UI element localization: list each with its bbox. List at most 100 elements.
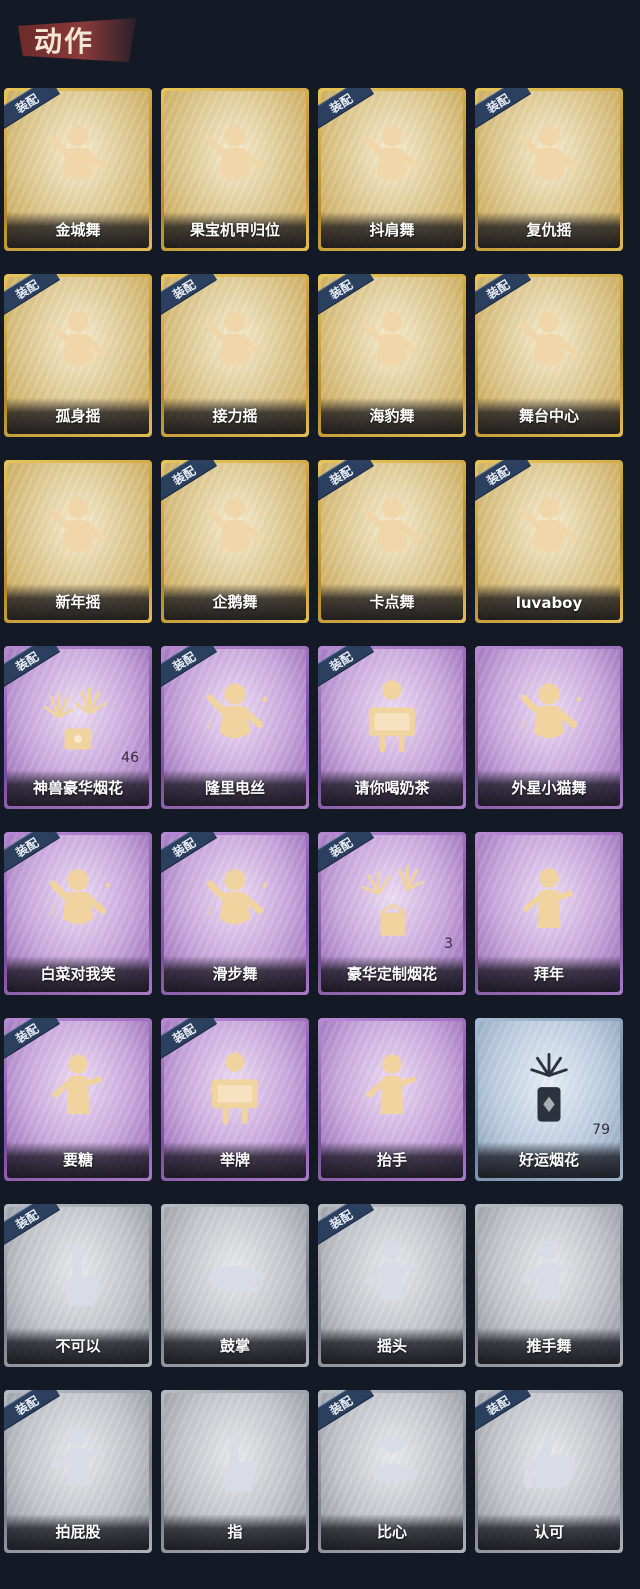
greeting-pose-icon (321, 1039, 463, 1139)
svg-text:♪: ♪ (520, 532, 527, 546)
svg-text:♪: ♪ (49, 904, 56, 918)
card-artwork: 抬手 (321, 1021, 463, 1178)
card-label: luvaboy (515, 594, 583, 612)
card-label: 豪华定制烟花 (346, 965, 437, 983)
emote-card[interactable]: 拍屁股 装配 (4, 1390, 152, 1553)
card-artwork: 拜年 (478, 835, 620, 992)
card-artwork: ♪ ✦ 新年摇 (7, 463, 149, 620)
card-label: 卡点舞 (369, 593, 415, 611)
svg-text:♪: ♪ (520, 718, 527, 732)
emote-card[interactable]: ♪ ✦ 复仇摇 装配 (475, 88, 623, 251)
emote-card[interactable]: 不可以 装配 (4, 1204, 152, 1367)
card-label: 拜年 (533, 965, 564, 983)
svg-text:♪: ♪ (363, 160, 370, 174)
dance-pose-icon: ♪ ✦ (7, 481, 149, 581)
card-artwork: 79 好运烟花 (478, 1021, 620, 1178)
emote-card[interactable]: ♪ ✦ 企鹅舞 装配 (161, 460, 309, 623)
dance-pose-icon: ♪ ✦ (478, 481, 620, 581)
card-label: 隆里电丝 (204, 779, 265, 797)
svg-text:✦: ✦ (103, 507, 113, 521)
card-artwork: ♪ ✦ 果宝机甲归位 (164, 91, 306, 248)
heart-hand-icon (321, 1411, 463, 1511)
emote-card[interactable]: 抬手 (318, 1018, 466, 1181)
dance-pose-icon: ♪ ✦ (164, 853, 306, 953)
card-label: 抬手 (376, 1151, 407, 1169)
svg-text:♪: ♪ (49, 160, 56, 174)
svg-text:♪: ♪ (49, 532, 56, 546)
card-artwork: 推手舞 (478, 1207, 620, 1364)
emote-card[interactable]: 比心 装配 (318, 1390, 466, 1553)
dance-pose-icon: ♪ ✦ (321, 295, 463, 395)
emote-card[interactable]: ♪ ✦ 白菜对我笑 装配 (4, 832, 152, 995)
emote-card[interactable]: ♪ ✦ 滑步舞 装配 (161, 832, 309, 995)
svg-text:♪: ♪ (49, 346, 56, 360)
emote-card[interactable]: ♪ ✦ luvaboy 装配 (475, 460, 623, 623)
card-artwork: ♪ ✦ 外星小猫舞 (478, 649, 620, 806)
svg-text:✦: ✦ (103, 135, 113, 149)
card-label: 不可以 (55, 1337, 101, 1355)
svg-text:♪: ♪ (206, 346, 213, 360)
svg-text:♪: ♪ (520, 160, 527, 174)
fireworks-box-icon (321, 853, 463, 953)
svg-text:✦: ✦ (417, 321, 427, 335)
greeting-pose-icon (478, 1225, 620, 1325)
dance-pose-icon: ♪ ✦ (164, 667, 306, 767)
emote-card[interactable]: ♪ ✦ 金城舞 装配 (4, 88, 152, 251)
quantity-count: 79 (592, 1122, 610, 1138)
greeting-pose-icon (478, 853, 620, 953)
card-label: 孤身摇 (55, 407, 101, 425)
svg-text:✦: ✦ (103, 879, 113, 893)
card-label: 比心 (376, 1523, 407, 1541)
sign-pose-icon (321, 667, 463, 767)
svg-text:✦: ✦ (574, 693, 584, 707)
emote-card[interactable]: ♪ ✦ 抖肩舞 装配 (318, 88, 466, 251)
emote-card[interactable]: 推手舞 (475, 1204, 623, 1367)
dance-pose-icon: ♪ ✦ (7, 109, 149, 209)
emote-card[interactable]: ♪ ✦ 孤身摇 装配 (4, 274, 152, 437)
emote-card[interactable]: 要糖 装配 (4, 1018, 152, 1181)
emote-card[interactable]: 举牌 装配 (161, 1018, 309, 1181)
dance-pose-icon: ♪ ✦ (164, 109, 306, 209)
svg-text:✦: ✦ (574, 135, 584, 149)
card-label: 要糖 (62, 1151, 93, 1169)
svg-text:✦: ✦ (103, 321, 113, 335)
svg-text:✦: ✦ (260, 321, 270, 335)
card-artwork: 鼓掌 (164, 1207, 306, 1364)
emote-card[interactable]: 拜年 (475, 832, 623, 995)
emote-card[interactable]: ♪ ✦ 新年摇 (4, 460, 152, 623)
emote-card[interactable]: ♪ ✦ 果宝机甲归位 (161, 88, 309, 251)
emote-card[interactable]: 请你喝奶茶 装配 (318, 646, 466, 809)
card-label: 摇头 (376, 1337, 407, 1355)
emote-card[interactable]: ♪ ✦ 卡点舞 装配 (318, 460, 466, 623)
emote-card[interactable]: 鼓掌 (161, 1204, 309, 1367)
card-label: 新年摇 (55, 593, 101, 611)
svg-text:♪: ♪ (206, 718, 213, 732)
svg-text:✦: ✦ (574, 507, 584, 521)
greeting-pose-icon (7, 1039, 149, 1139)
emote-card[interactable]: ♪ ✦ 海豹舞 装配 (318, 274, 466, 437)
card-label: 好运烟花 (518, 1151, 579, 1169)
emote-card[interactable]: 46 神兽豪华烟花 装配 (4, 646, 152, 809)
emote-card[interactable]: ♪ ✦ 外星小猫舞 (475, 646, 623, 809)
emote-card[interactable]: ♪ ✦ 隆里电丝 装配 (161, 646, 309, 809)
clap-icon (164, 1225, 306, 1325)
card-label: 复仇摇 (526, 221, 572, 239)
finger-icon (164, 1411, 306, 1511)
card-label: 请你喝奶茶 (354, 779, 430, 797)
emote-card[interactable]: 摇头 装配 (318, 1204, 466, 1367)
emote-card[interactable]: ♪ ✦ 接力摇 装配 (161, 274, 309, 437)
svg-text:✦: ✦ (260, 135, 270, 149)
card-label: 鼓掌 (219, 1337, 250, 1355)
page-title: 动作 (34, 25, 95, 58)
svg-text:✦: ✦ (260, 693, 270, 707)
emote-card[interactable]: 79 好运烟花 (475, 1018, 623, 1181)
card-label: 抖肩舞 (369, 221, 415, 239)
svg-text:♪: ♪ (363, 532, 370, 546)
emote-card[interactable]: 指 (161, 1390, 309, 1553)
card-label: 推手舞 (526, 1337, 572, 1355)
emote-card[interactable]: 3 豪华定制烟花 装配 (318, 832, 466, 995)
svg-text:✦: ✦ (574, 321, 584, 335)
emote-card[interactable]: 认可 装配 (475, 1390, 623, 1553)
card-label: 神兽豪华烟花 (32, 779, 123, 797)
emote-card[interactable]: ♪ ✦ 舞台中心 装配 (475, 274, 623, 437)
